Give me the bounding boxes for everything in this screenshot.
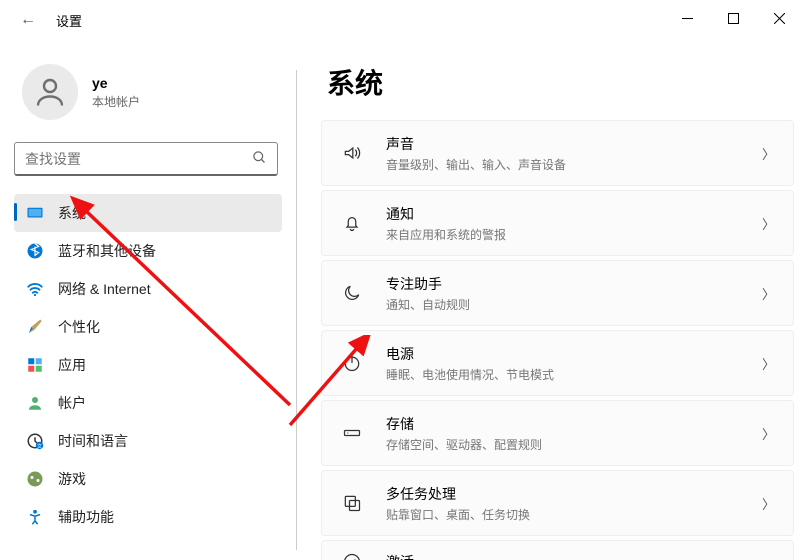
- chevron-right-icon: 〉: [762, 284, 775, 303]
- sidebar: ye 本地帐户 系统 蓝牙和其他设备 网络 & Internet: [0, 40, 296, 560]
- profile-block[interactable]: ye 本地帐户: [14, 56, 282, 128]
- tile-title: 声音: [386, 134, 762, 154]
- nav-list: 系统 蓝牙和其他设备 网络 & Internet 个性化 应用 帐户: [14, 194, 282, 536]
- avatar: [22, 64, 78, 120]
- tile-activation[interactable]: 激活: [321, 540, 794, 560]
- profile-name: ye: [92, 75, 140, 91]
- bell-icon: [340, 213, 364, 233]
- chevron-right-icon: 〉: [762, 494, 775, 513]
- nav-label: 蓝牙和其他设备: [58, 241, 156, 261]
- back-button[interactable]: ←: [20, 11, 36, 29]
- search-box[interactable]: [14, 142, 278, 176]
- tile-focus-assist[interactable]: 专注助手 通知、自动规则 〉: [321, 260, 794, 326]
- tile-title: 激活: [386, 552, 775, 560]
- nav-label: 网络 & Internet: [58, 279, 151, 299]
- minimize-button[interactable]: [664, 0, 710, 36]
- tile-title: 通知: [386, 204, 762, 224]
- accessibility-icon: [26, 508, 44, 526]
- tile-subtitle: 来自应用和系统的警报: [386, 226, 762, 243]
- search-icon: [252, 150, 267, 168]
- tile-multitasking[interactable]: 多任务处理 贴靠窗口、桌面、任务切换 〉: [321, 470, 794, 536]
- brush-icon: [26, 318, 44, 336]
- window-controls: [664, 0, 802, 36]
- titlebar: ← 设置: [0, 0, 802, 40]
- nav-label: 辅助功能: [58, 507, 114, 527]
- close-button[interactable]: [756, 0, 802, 36]
- activation-icon: [340, 552, 364, 560]
- nav-label: 系统: [58, 203, 86, 223]
- chevron-right-icon: 〉: [762, 214, 775, 233]
- tile-subtitle: 存储空间、驱动器、配置规则: [386, 436, 762, 453]
- tile-notifications[interactable]: 通知 来自应用和系统的警报 〉: [321, 190, 794, 256]
- nav-label: 帐户: [58, 393, 86, 413]
- tile-power[interactable]: 电源 睡眠、电池使用情况、节电模式 〉: [321, 330, 794, 396]
- chevron-right-icon: 〉: [762, 424, 775, 443]
- tile-title: 存储: [386, 414, 762, 434]
- maximize-button[interactable]: [710, 0, 756, 36]
- page-heading: 系统: [327, 62, 794, 102]
- tile-subtitle: 音量级别、输出、输入、声音设备: [386, 156, 762, 173]
- system-icon: [26, 204, 44, 222]
- window-title: 设置: [56, 11, 82, 30]
- nav-bluetooth[interactable]: 蓝牙和其他设备: [14, 232, 282, 270]
- nav-gaming[interactable]: 游戏: [14, 460, 282, 498]
- tile-title: 电源: [386, 344, 762, 364]
- main-panel: 系统 声音 音量级别、输出、输入、声音设备 〉 通知 来自应用和系统的警报 〉 …: [297, 40, 802, 560]
- clock-icon: 文: [26, 432, 44, 450]
- chevron-right-icon: 〉: [762, 144, 775, 163]
- nav-label: 游戏: [58, 469, 86, 489]
- nav-apps[interactable]: 应用: [14, 346, 282, 384]
- tile-storage[interactable]: 存储 存储空间、驱动器、配置规则 〉: [321, 400, 794, 466]
- bluetooth-icon: [26, 242, 44, 260]
- profile-subtitle: 本地帐户: [92, 93, 140, 110]
- nav-accounts[interactable]: 帐户: [14, 384, 282, 422]
- nav-accessibility[interactable]: 辅助功能: [14, 498, 282, 536]
- nav-system[interactable]: 系统: [14, 194, 282, 232]
- nav-label: 个性化: [58, 317, 100, 337]
- account-icon: [26, 394, 44, 412]
- moon-icon: [340, 283, 364, 303]
- nav-network[interactable]: 网络 & Internet: [14, 270, 282, 308]
- multitask-icon: [340, 493, 364, 513]
- chevron-right-icon: 〉: [762, 354, 775, 373]
- wifi-icon: [26, 280, 44, 298]
- tile-sound[interactable]: 声音 音量级别、输出、输入、声音设备 〉: [321, 120, 794, 186]
- nav-label: 应用: [58, 355, 86, 375]
- gaming-icon: [26, 470, 44, 488]
- power-icon: [340, 353, 364, 373]
- tile-title: 多任务处理: [386, 484, 762, 504]
- nav-label: 时间和语言: [58, 431, 128, 451]
- search-input[interactable]: [25, 151, 252, 167]
- apps-icon: [26, 356, 44, 374]
- tile-subtitle: 贴靠窗口、桌面、任务切换: [386, 506, 762, 523]
- nav-personalization[interactable]: 个性化: [14, 308, 282, 346]
- nav-time-language[interactable]: 文 时间和语言: [14, 422, 282, 460]
- tile-subtitle: 通知、自动规则: [386, 296, 762, 313]
- storage-icon: [340, 423, 364, 443]
- tile-title: 专注助手: [386, 274, 762, 294]
- sound-icon: [340, 143, 364, 163]
- tile-subtitle: 睡眠、电池使用情况、节电模式: [386, 366, 762, 383]
